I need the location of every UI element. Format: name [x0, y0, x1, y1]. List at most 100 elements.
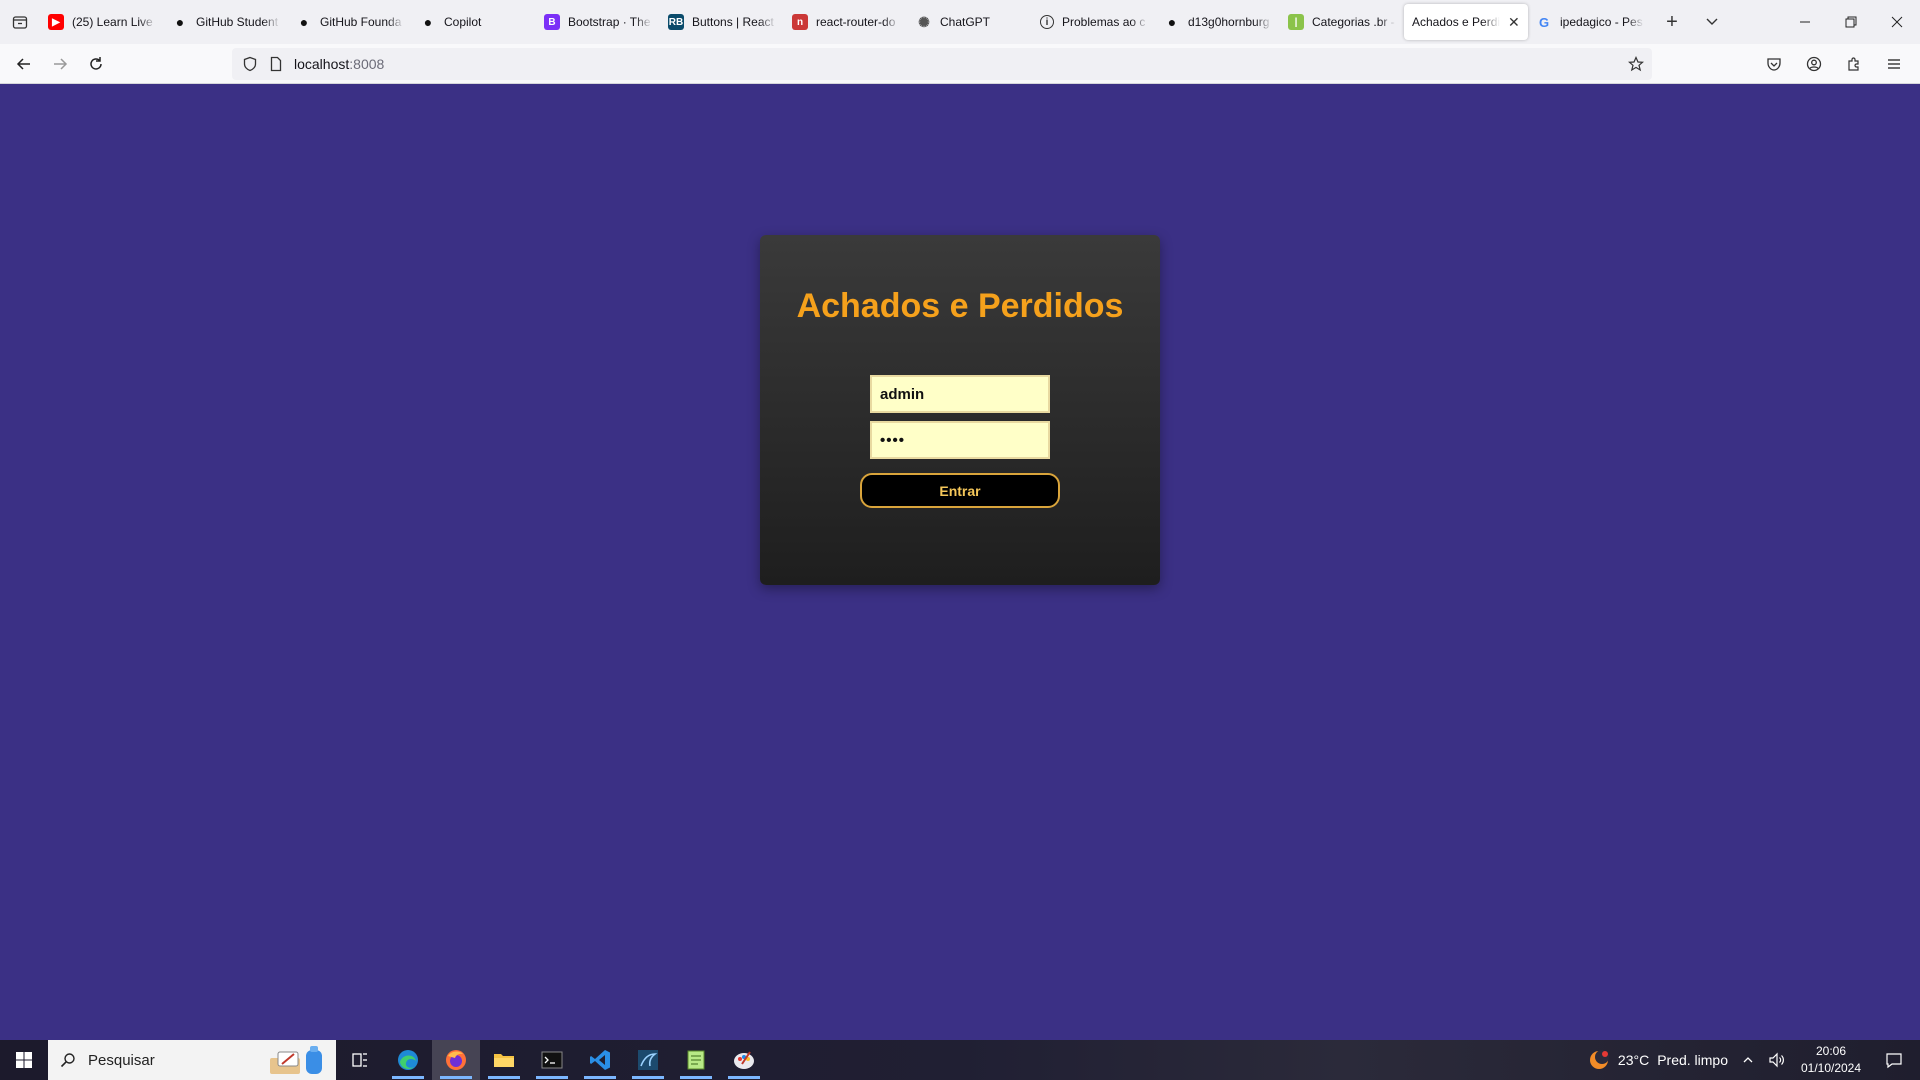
tab-2[interactable]: ● GitHub Founda: [288, 4, 412, 40]
window-controls: [1782, 0, 1920, 44]
bootstrap-icon: B: [544, 14, 560, 30]
close-tab-icon[interactable]: ✕: [1508, 14, 1520, 31]
close-window-button[interactable]: [1874, 0, 1920, 44]
folder-icon: [494, 1054, 514, 1067]
terminal-taskbar-button[interactable]: [528, 1040, 576, 1080]
tab-title: GitHub Founda: [320, 15, 402, 29]
account-button[interactable]: [1796, 48, 1832, 80]
tab-title: Bootstrap · The: [568, 15, 651, 29]
list-all-tabs-button[interactable]: [1692, 0, 1732, 44]
notepad-taskbar-button[interactable]: [672, 1040, 720, 1080]
url-port: :8008: [349, 56, 385, 72]
forward-button[interactable]: [42, 48, 78, 80]
weather-temp: 23°C: [1617, 1052, 1650, 1068]
weather-moon-icon: [1589, 1050, 1609, 1069]
account-icon: [1806, 56, 1822, 72]
reload-button[interactable]: [78, 48, 114, 80]
tab-1[interactable]: ● GitHub Student: [164, 4, 288, 40]
search-highlight-illustration-icon: [270, 1046, 322, 1074]
tab-title: (25) Learn Live: [72, 15, 153, 29]
username-input[interactable]: admin: [870, 375, 1050, 413]
clock-date: 01/10/2024: [1800, 1061, 1862, 1075]
taskbar-search[interactable]: Pesquisar: [48, 1040, 336, 1080]
github-icon: ●: [423, 14, 433, 30]
firefox-view-icon: [12, 16, 28, 29]
url-host: localhost: [294, 56, 350, 72]
extensions-button[interactable]: [1836, 48, 1872, 80]
vscode-icon: [590, 1050, 610, 1070]
npm-icon: n: [792, 14, 808, 30]
start-button[interactable]: [0, 1040, 48, 1080]
shield-icon[interactable]: [242, 56, 258, 72]
tab-6[interactable]: n react-router-do: [784, 4, 908, 40]
youtube-icon: ▶: [48, 14, 64, 30]
tab-title: ChatGPT: [940, 15, 991, 29]
windows-taskbar: Pesquisar 23°C Pred. limpo 20:06 01/10/2…: [0, 1040, 1920, 1080]
restore-icon: [1845, 16, 1857, 28]
tab-title: Achados e Perdid: [1412, 15, 1500, 29]
chatgpt-icon: ✺: [918, 13, 930, 30]
bookmark-star-icon[interactable]: [1628, 56, 1644, 72]
weather-desc: Pred. limpo: [1657, 1052, 1728, 1068]
minimize-button[interactable]: [1782, 0, 1828, 44]
url-bar[interactable]: localhost:8008: [232, 48, 1652, 80]
tab-title: Categorias .br -: [1312, 15, 1395, 29]
url-text[interactable]: localhost:8008: [294, 56, 384, 72]
tab-title: GitHub Student: [196, 15, 279, 29]
app-menu-button[interactable]: [1876, 48, 1912, 80]
tab-4[interactable]: B Bootstrap · The: [536, 4, 660, 40]
browser-tabstrip: ▶ (25) Learn Live ● GitHub Student ● GitHub F…: [0, 0, 1920, 44]
info-icon: i: [1040, 15, 1054, 29]
file-explorer-taskbar-button[interactable]: [480, 1040, 528, 1080]
show-hidden-icons-button[interactable]: [1738, 1054, 1758, 1066]
back-button[interactable]: [6, 48, 42, 80]
github-icon: ●: [1167, 14, 1177, 30]
windows-logo-icon: [16, 1052, 32, 1068]
tab-11[interactable]: Achados e Perdid ✕: [1404, 4, 1528, 40]
firefox-taskbar-button[interactable]: [432, 1040, 480, 1080]
paint-taskbar-button[interactable]: [720, 1040, 768, 1080]
hamburger-menu-icon: [1888, 59, 1900, 69]
tab-10[interactable]: | Categorias .br -: [1280, 4, 1404, 40]
vscode-taskbar-button[interactable]: [576, 1040, 624, 1080]
weather-widget[interactable]: 23°C Pred. limpo: [1588, 1049, 1728, 1071]
paint-palette-icon: [734, 1051, 754, 1069]
terminal-icon: [541, 1051, 563, 1069]
new-tab-button[interactable]: +: [1652, 0, 1692, 44]
tab-8[interactable]: i Problemas ao c: [1032, 4, 1156, 40]
tab-5[interactable]: RB Buttons | React: [660, 4, 784, 40]
pocket-button[interactable]: [1756, 48, 1792, 80]
notepad-plus-icon: [687, 1050, 705, 1070]
dolphin-db-icon: [638, 1050, 658, 1070]
firefox-view-button[interactable]: [0, 0, 40, 44]
clock[interactable]: 20:06 01/10/2024: [1796, 1043, 1866, 1077]
volume-button[interactable]: [1768, 1051, 1786, 1069]
categorias-icon: |: [1288, 14, 1304, 30]
edge-icon: [398, 1050, 418, 1070]
search-icon: [60, 1053, 75, 1068]
edge-taskbar-button[interactable]: [384, 1040, 432, 1080]
tab-3[interactable]: ● Copilot: [412, 4, 536, 40]
notifications-button[interactable]: [1876, 1040, 1912, 1080]
database-tool-taskbar-button[interactable]: [624, 1040, 672, 1080]
tab-12[interactable]: Gipedagico - Pes: [1528, 4, 1652, 40]
login-button[interactable]: Entrar: [860, 473, 1060, 508]
tab-9[interactable]: ● d13g0hornburg: [1156, 4, 1280, 40]
page-title: Achados e Perdidos: [796, 287, 1124, 325]
tab-title: d13g0hornburg: [1188, 15, 1270, 29]
github-icon: ●: [299, 14, 309, 30]
tab-0[interactable]: ▶ (25) Learn Live: [40, 4, 164, 40]
login-card: Achados e Perdidos admin •••• Entrar: [760, 235, 1160, 585]
arrow-left-icon: [16, 57, 30, 70]
page-icon[interactable]: [268, 56, 284, 72]
tab-7[interactable]: ✺ ChatGPT: [908, 4, 1032, 40]
chevron-up-icon: [1743, 1057, 1753, 1063]
system-tray: 23°C Pred. limpo 20:06 01/10/2024: [1588, 1040, 1920, 1080]
tab-title: react-router-do: [816, 15, 896, 29]
task-view-button[interactable]: [336, 1040, 384, 1080]
restore-button[interactable]: [1828, 0, 1874, 44]
plus-icon: +: [1666, 10, 1678, 33]
reload-icon: [90, 56, 102, 70]
password-input[interactable]: ••••: [870, 421, 1050, 459]
tab-title: Buttons | React: [692, 15, 774, 29]
